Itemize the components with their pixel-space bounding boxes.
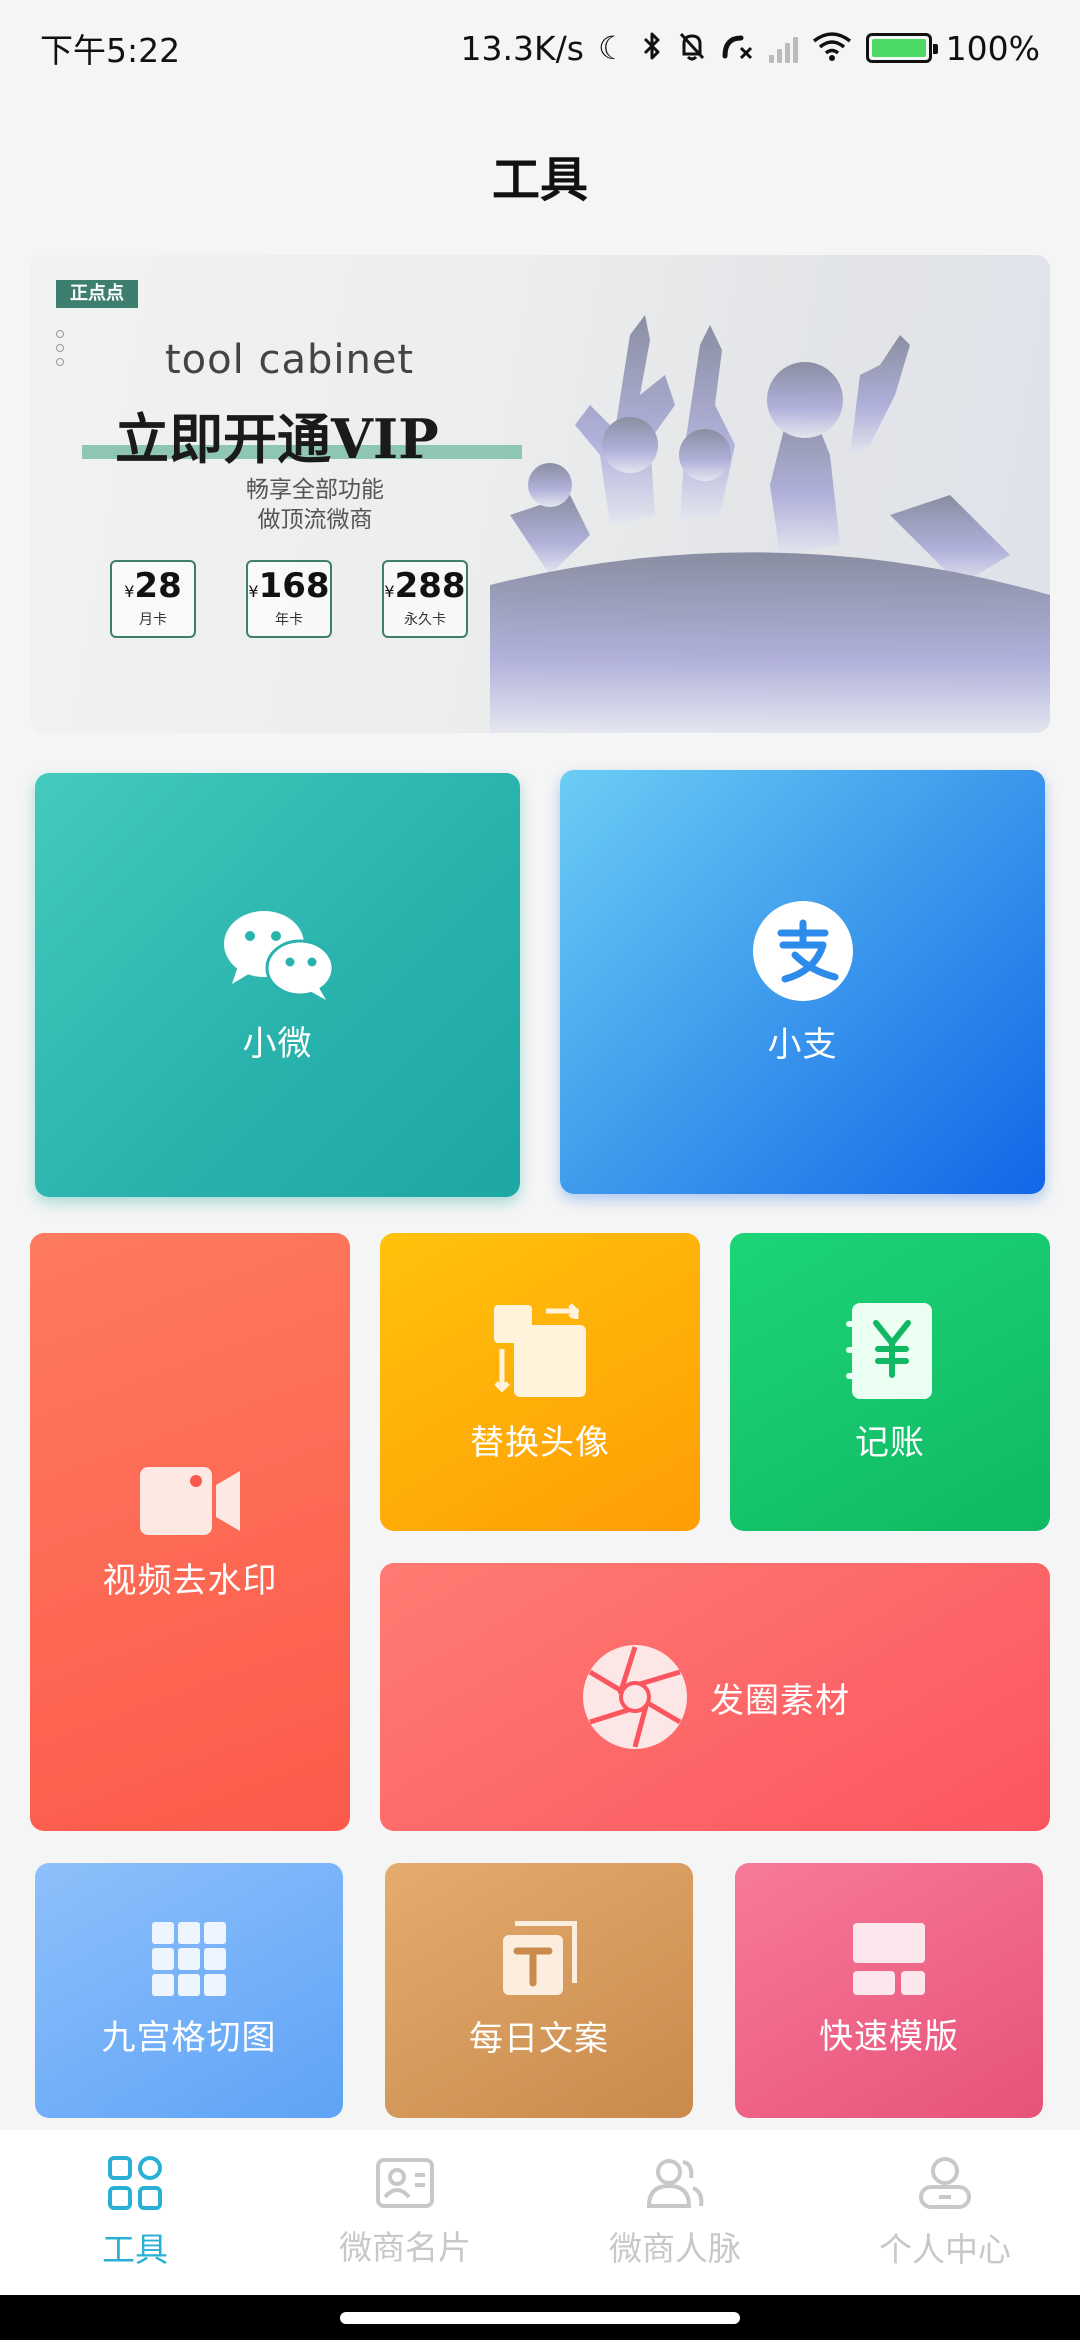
bluetooth-icon — [641, 30, 663, 67]
tile-xiaowei-label: 小微 — [242, 1023, 313, 1064]
price-card-lifetime[interactable]: ¥288 永久卡 — [382, 560, 468, 638]
tile-xiaowei[interactable]: 小微 — [35, 773, 520, 1197]
nav-item-contacts[interactable]: 微商人脉 — [565, 2156, 785, 2270]
tile-replace-avatar[interactable]: 替换头像 — [380, 1233, 700, 1531]
crowd-illustration — [490, 315, 1050, 733]
status-bar: 下午5:22 13.3K/s ☾ 100% — [0, 0, 1080, 96]
tile-moments-material-label: 发圈素材 — [710, 1680, 850, 1721]
profile-icon — [919, 2156, 971, 2209]
tile-daily-copy[interactable]: 每日文案 — [385, 1863, 693, 2118]
call-forward-icon — [721, 30, 755, 67]
home-gesture-bar[interactable] — [340, 2312, 740, 2324]
battery-percent: 100% — [945, 28, 1040, 68]
video-camera-icon — [140, 1466, 240, 1535]
tile-replace-avatar-label: 替换头像 — [470, 1422, 610, 1463]
tile-xiaozhi[interactable]: 小支 — [560, 770, 1045, 1194]
nine-grid-icon — [152, 1922, 226, 1996]
contacts-people-icon — [646, 2158, 704, 2208]
price-options: ¥28 月卡 ¥168 年卡 ¥288 永久卡 — [110, 560, 468, 638]
signal-icon — [768, 33, 798, 63]
ledger-book-icon — [846, 1302, 932, 1399]
tile-grid9-cut[interactable]: 九宫格切图 — [35, 1863, 343, 2118]
nav-label-tools: 工具 — [102, 2229, 168, 2269]
nav-item-tools[interactable]: 工具 — [25, 2155, 245, 2271]
status-icons: 13.3K/s ☾ 100% — [461, 29, 1040, 68]
alipay-icon — [752, 900, 853, 1001]
net-speed: 13.3K/s — [460, 28, 584, 68]
bottom-nav: 工具 微商名片 微商人脉 个人中心 — [0, 2130, 1080, 2295]
tile-grid9-cut-label: 九宫格切图 — [101, 2018, 277, 2058]
nav-label-profile: 个人中心 — [879, 2229, 1011, 2269]
wifi-icon — [812, 31, 852, 66]
tile-quick-template[interactable]: 快速模版 — [735, 1863, 1043, 2118]
tile-video-watermark-label: 视频去水印 — [102, 1560, 278, 1601]
price-card-monthly[interactable]: ¥28 月卡 — [110, 560, 196, 638]
tile-ledger[interactable]: 记账 — [730, 1233, 1050, 1531]
tile-daily-copy-label: 每日文案 — [469, 2019, 609, 2059]
battery-icon — [865, 33, 938, 63]
bell-muted-icon — [677, 30, 707, 67]
tile-video-watermark[interactable]: 视频去水印 — [30, 1233, 350, 1831]
text-document-icon — [503, 1921, 577, 1995]
nav-label-contacts: 微商人脉 — [609, 2228, 741, 2268]
swap-image-icon — [494, 1302, 586, 1397]
nav-label-business-card: 微商名片 — [339, 2227, 471, 2267]
contact-card-icon — [376, 2157, 434, 2208]
page-title: 工具 — [491, 152, 588, 208]
tile-quick-template-label: 快速模版 — [819, 2017, 959, 2057]
aperture-icon — [583, 1645, 687, 1749]
price-card-yearly[interactable]: ¥168 年卡 — [246, 560, 332, 638]
template-layout-icon — [853, 1923, 925, 1995]
banner-description: 畅享全部功能 做顶流微商 — [246, 477, 384, 533]
moon-icon: ☾ — [597, 29, 627, 67]
wechat-icon — [223, 910, 334, 1000]
nav-item-profile[interactable]: 个人中心 — [835, 2155, 1055, 2271]
nav-item-business-card[interactable]: 微商名片 — [295, 2157, 515, 2269]
tools-grid-icon — [108, 2155, 162, 2210]
banner-subtitle: tool cabinet — [165, 337, 415, 383]
tile-ledger-label: 记账 — [855, 1422, 925, 1463]
tile-xiaozhi-label: 小支 — [767, 1024, 838, 1065]
vip-banner[interactable]: 正点点 tool cabinet 立即开通VIP 畅享全部功能 做顶流微商 ¥2… — [30, 255, 1050, 733]
tile-moments-material[interactable]: 发圈素材 — [380, 1563, 1050, 1831]
banner-dots-icon — [56, 330, 66, 366]
banner-title: 立即开通VIP — [115, 407, 439, 471]
status-time: 下午5:22 — [40, 31, 181, 70]
banner-brand-tag: 正点点 — [56, 280, 138, 308]
